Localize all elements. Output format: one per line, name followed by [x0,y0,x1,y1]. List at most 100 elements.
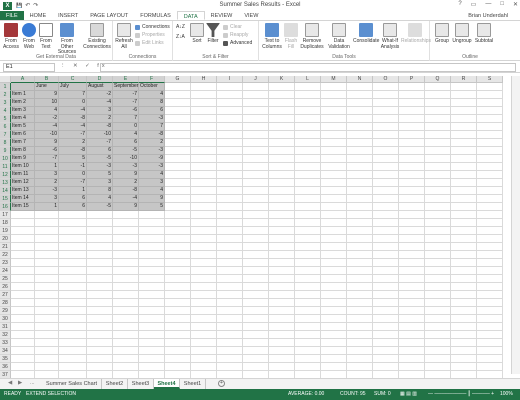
cell-b9[interactable]: -6 [35,147,59,155]
cell-q17[interactable] [425,211,451,219]
cell-p8[interactable] [399,139,425,147]
cell-d13[interactable]: 3 [87,179,113,187]
cell-m19[interactable] [321,227,347,235]
cell-k9[interactable] [269,147,295,155]
cell-r4[interactable] [451,107,477,115]
cell-s19[interactable] [477,227,503,235]
cell-o2[interactable] [373,91,399,99]
cell-k17[interactable] [269,211,295,219]
tab-insert[interactable]: INSERT [52,11,84,20]
cell-l11[interactable] [295,163,321,171]
cell-g18[interactable] [165,219,191,227]
cell-j10[interactable] [243,155,269,163]
cell-p36[interactable] [399,363,425,371]
cell-f3[interactable]: 8 [139,99,165,107]
cell-h7[interactable] [191,131,217,139]
cell-f11[interactable]: -3 [139,163,165,171]
cell-o22[interactable] [373,251,399,259]
cell-d24[interactable] [87,267,113,275]
cell-n31[interactable] [347,323,373,331]
from-web-button[interactable]: From Web [21,23,37,50]
cell-l23[interactable] [295,259,321,267]
cell-s21[interactable] [477,243,503,251]
cell-d15[interactable]: 4 [87,195,113,203]
cell-m35[interactable] [321,355,347,363]
cell-e31[interactable] [113,323,139,331]
cell-k19[interactable] [269,227,295,235]
cell-m6[interactable] [321,123,347,131]
cell-r25[interactable] [451,275,477,283]
cell-d28[interactable] [87,299,113,307]
cell-q10[interactable] [425,155,451,163]
cell-m36[interactable] [321,363,347,371]
cell-r30[interactable] [451,315,477,323]
advanced-button[interactable]: Advanced [223,40,252,46]
cell-f29[interactable] [139,307,165,315]
cell-k31[interactable] [269,323,295,331]
cell-o8[interactable] [373,139,399,147]
cell-e26[interactable] [113,283,139,291]
cell-q12[interactable] [425,171,451,179]
zoom-slider[interactable]: — ───────── ┃ ───── + [428,389,494,400]
sheet-tab-sheet4[interactable]: Sheet4 [154,379,180,389]
cell-s6[interactable] [477,123,503,131]
cell-l19[interactable] [295,227,321,235]
cell-g2[interactable] [165,91,191,99]
existing-connections-button[interactable]: Existing Connections [83,23,111,50]
row-header-33[interactable]: 33 [0,339,11,347]
cell-j1[interactable] [243,83,269,91]
cell-g4[interactable] [165,107,191,115]
cell-c26[interactable] [59,283,87,291]
cell-s30[interactable] [477,315,503,323]
cell-s5[interactable] [477,115,503,123]
sheet-tab-sheet2[interactable]: Sheet2 [102,379,128,389]
cell-n15[interactable] [347,195,373,203]
cell-e23[interactable] [113,259,139,267]
cell-f8[interactable]: 2 [139,139,165,147]
cell-m10[interactable] [321,155,347,163]
cell-o26[interactable] [373,283,399,291]
cell-a32[interactable] [11,331,35,339]
cell-m11[interactable] [321,163,347,171]
cell-m29[interactable] [321,307,347,315]
cell-q33[interactable] [425,339,451,347]
tab-review[interactable]: REVIEW [205,11,239,20]
cell-i29[interactable] [217,307,243,315]
cell-r3[interactable] [451,99,477,107]
cell-d31[interactable] [87,323,113,331]
cell-d22[interactable] [87,251,113,259]
cell-o23[interactable] [373,259,399,267]
cell-r21[interactable] [451,243,477,251]
cell-i17[interactable] [217,211,243,219]
column-header-f[interactable]: F [139,76,165,83]
cell-g34[interactable] [165,347,191,355]
reapply-button[interactable]: Reapply [223,32,248,38]
cell-c36[interactable] [59,363,87,371]
cell-a28[interactable] [11,299,35,307]
cell-o12[interactable] [373,171,399,179]
cell-d27[interactable] [87,291,113,299]
cell-d10[interactable]: -5 [87,155,113,163]
column-header-r[interactable]: R [451,76,477,83]
cell-c4[interactable]: -4 [59,107,87,115]
cell-h13[interactable] [191,179,217,187]
undo-icon[interactable]: ↶ [25,2,30,9]
cell-d5[interactable]: 2 [87,115,113,123]
row-header-29[interactable]: 29 [0,307,11,315]
cell-h3[interactable] [191,99,217,107]
cell-h2[interactable] [191,91,217,99]
cell-s28[interactable] [477,299,503,307]
cell-n23[interactable] [347,259,373,267]
cell-l30[interactable] [295,315,321,323]
cell-o15[interactable] [373,195,399,203]
cell-r13[interactable] [451,179,477,187]
cell-g28[interactable] [165,299,191,307]
cell-k32[interactable] [269,331,295,339]
cell-r6[interactable] [451,123,477,131]
cell-h31[interactable] [191,323,217,331]
cell-p7[interactable] [399,131,425,139]
close-button[interactable]: ✕ [513,1,518,8]
cell-k4[interactable] [269,107,295,115]
cell-a15[interactable]: Item 14 [11,195,35,203]
cell-n5[interactable] [347,115,373,123]
